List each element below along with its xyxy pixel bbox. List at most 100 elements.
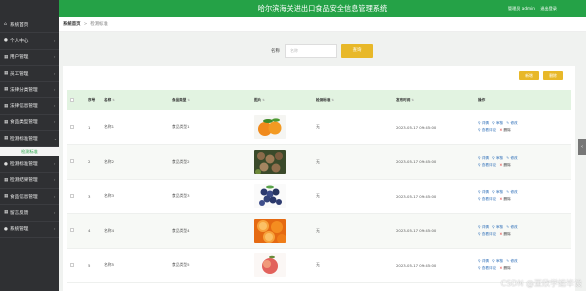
- delete-link[interactable]: ✕ 删除: [499, 232, 510, 236]
- sidebar-item[interactable]: ● 系统管理 ›: [0, 222, 59, 238]
- view-comments-link[interactable]: ⚲ 查看评论: [478, 197, 496, 201]
- delete-button[interactable]: 删除: [543, 71, 563, 80]
- col-header-standard[interactable]: 检测标准⇅: [313, 90, 393, 110]
- search-label: 名称: [271, 49, 280, 54]
- sidebar-item-label: 检测结果管理: [10, 178, 38, 184]
- search-icon: ⚲: [492, 190, 495, 195]
- row-food-type: 食品类型4: [169, 213, 251, 249]
- sidebar-item[interactable]: ▦ 食品信息管理 ›: [0, 189, 59, 206]
- row-name: 名称2: [101, 144, 169, 180]
- table-row[interactable]: 3 名称3 食品类型3 无 2023-05-17 09:45:00 ⚲ 详情 ⚲…: [67, 179, 571, 214]
- sidebar-item[interactable]: ▦ 食品类型管理 ›: [0, 115, 59, 132]
- table-card: 新增 删除 序号 名称⇅ 食品类型⇅ 图片⇅ 检测标准⇅ 发布时间⇅ 操作 1 …: [63, 66, 575, 291]
- row-select-cell: [67, 179, 85, 214]
- search-icon: ⚲: [492, 121, 495, 125]
- sidebar-item[interactable]: ▦ 检测标准管理 ⌄: [0, 131, 59, 148]
- close-icon: ✕: [499, 231, 503, 236]
- table-toolbar: 新增 删除: [519, 71, 563, 80]
- sidebar-item[interactable]: ▦ 检测结果管理 ›: [0, 173, 59, 189]
- edit-link[interactable]: ✎ 修改: [506, 121, 517, 125]
- delete-link[interactable]: ✕ 删除: [499, 266, 510, 270]
- view-comments-link[interactable]: ⚲ 查看评论: [478, 232, 496, 236]
- row-image: [251, 144, 313, 180]
- search-icon: ⚲: [478, 259, 481, 264]
- row-image: [251, 213, 313, 249]
- sidebar-subitem-detection-standard[interactable]: 检测标准: [0, 147, 59, 157]
- review-link[interactable]: ⚲ 审核: [492, 121, 503, 125]
- row-index: 4: [85, 213, 101, 249]
- edit-link[interactable]: ✎ 修改: [506, 190, 517, 194]
- sidebar-item-label: 检测标准管理: [10, 162, 38, 168]
- pencil-icon: ✎: [506, 259, 510, 264]
- breadcrumb: 系统首页 > 检测标准: [59, 17, 586, 32]
- col-header-name[interactable]: 名称⇅: [101, 90, 169, 110]
- sort-icon[interactable]: ⇅: [112, 98, 115, 102]
- sidebar-item[interactable]: ● 个人中心 ›: [0, 33, 59, 50]
- sidebar: ⌂ 系统首页 ● 个人中心 › ▦ 用户管理 › ▦ 员工管理 › ▦ 法律分类…: [0, 0, 59, 291]
- collapse-panel-tab[interactable]: ‹: [578, 139, 586, 155]
- sidebar-item-label: 检测标准管理: [10, 136, 38, 142]
- col-header-image[interactable]: 图片⇅: [251, 90, 313, 110]
- view-comments-link[interactable]: ⚲ 查看评论: [478, 266, 496, 270]
- row-standard: 无: [313, 248, 393, 283]
- table-row[interactable]: 5 名称5 食品类型5 无 2023-05-17 09:45:00 ⚲ 详情 ⚲…: [67, 248, 571, 283]
- search-icon: ⚲: [478, 224, 481, 229]
- row-time: 2023-05-17 09:45:00: [393, 144, 475, 180]
- review-link[interactable]: ⚲ 审核: [492, 190, 503, 194]
- sidebar-item[interactable]: ● 检测标准管理 ›: [0, 156, 59, 173]
- sort-icon[interactable]: ⇅: [187, 98, 190, 102]
- search-icon: ⚲: [478, 266, 481, 271]
- detail-link[interactable]: ⚲ 详情: [478, 190, 489, 194]
- detail-link[interactable]: ⚲ 详情: [478, 121, 489, 125]
- delete-link[interactable]: ✕ 删除: [499, 128, 510, 132]
- detail-link[interactable]: ⚲ 详情: [478, 156, 489, 160]
- sidebar-item[interactable]: ▦ 用户管理 ›: [0, 50, 59, 66]
- row-checkbox[interactable]: [70, 124, 74, 129]
- sort-icon[interactable]: ⇅: [331, 98, 334, 102]
- search-input[interactable]: 名称: [285, 44, 337, 58]
- breadcrumb-home[interactable]: 系统首页: [63, 21, 81, 27]
- logout-link[interactable]: 退出登录: [540, 6, 557, 11]
- detail-link[interactable]: ⚲ 详情: [478, 259, 489, 263]
- pencil-icon: ✎: [506, 155, 510, 160]
- search-icon: ⚲: [478, 231, 481, 236]
- sidebar-item[interactable]: ▦ 法律信息管理 ›: [0, 98, 59, 115]
- col-header-index[interactable]: 序号: [85, 90, 101, 110]
- sort-icon[interactable]: ⇅: [262, 98, 265, 102]
- edit-link[interactable]: ✎ 修改: [506, 259, 517, 263]
- table-row[interactable]: 1 名称1 食品类型1 无 2023-05-17 09:45:00 ⚲ 详情 ⚲…: [67, 110, 571, 145]
- search-bar: 名称 名称 查询: [59, 42, 586, 60]
- search-button[interactable]: 查询: [341, 44, 373, 58]
- view-comments-link[interactable]: ⚲ 查看评论: [478, 163, 496, 167]
- delete-link[interactable]: ✕ 删除: [499, 163, 510, 167]
- row-checkbox[interactable]: [70, 159, 74, 164]
- row-checkbox[interactable]: [70, 228, 74, 233]
- edit-link[interactable]: ✎ 修改: [506, 225, 517, 229]
- sidebar-item[interactable]: ▦ 法律分类管理 ›: [0, 82, 59, 99]
- sort-icon[interactable]: ⇅: [411, 98, 414, 102]
- edit-link[interactable]: ✎ 修改: [506, 156, 517, 160]
- close-icon: ✕: [499, 128, 503, 132]
- row-standard: 无: [313, 110, 393, 145]
- current-user: 管理员 admin: [507, 5, 535, 11]
- detail-link[interactable]: ⚲ 详情: [478, 225, 489, 229]
- add-button[interactable]: 新增: [519, 71, 539, 80]
- review-link[interactable]: ⚲ 审核: [492, 156, 503, 160]
- row-image: [251, 248, 313, 283]
- row-checkbox[interactable]: [70, 193, 74, 198]
- search-icon: ⚲: [492, 155, 495, 160]
- review-link[interactable]: ⚲ 审核: [492, 225, 503, 229]
- col-header-time[interactable]: 发布时间⇅: [393, 90, 475, 110]
- table-row[interactable]: 4 名称4 食品类型4 无 2023-05-17 09:45:00 ⚲ 详情 ⚲…: [67, 213, 571, 249]
- row-checkbox[interactable]: [70, 262, 74, 267]
- table-row[interactable]: 2 名称2 食品类型2 无 2023-05-17 09:45:00 ⚲ 详情 ⚲…: [67, 144, 571, 180]
- sidebar-item[interactable]: ⌂ 系统首页: [0, 17, 59, 34]
- select-all-checkbox[interactable]: [70, 97, 74, 102]
- row-image: [251, 179, 313, 214]
- sidebar-item[interactable]: ▦ 员工管理 ›: [0, 66, 59, 83]
- review-link[interactable]: ⚲ 审核: [492, 259, 503, 263]
- delete-link[interactable]: ✕ 删除: [499, 197, 510, 201]
- sidebar-item[interactable]: ▦ 留言反馈 ›: [0, 205, 59, 222]
- view-comments-link[interactable]: ⚲ 查看评论: [478, 128, 496, 132]
- col-header-type[interactable]: 食品类型⇅: [169, 90, 251, 110]
